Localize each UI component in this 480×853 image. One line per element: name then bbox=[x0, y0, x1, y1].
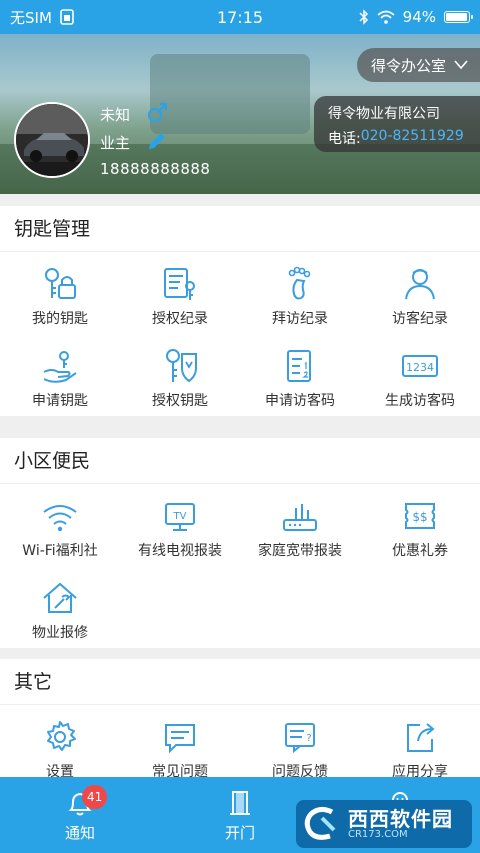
section-title: 其它 bbox=[0, 659, 480, 705]
tab-label: 开门 bbox=[224, 823, 255, 842]
gear-icon bbox=[47, 721, 76, 751]
battery-icon bbox=[444, 11, 473, 23]
faq-button[interactable]: 常见问题 bbox=[120, 705, 240, 787]
settings-button[interactable]: 设置 bbox=[0, 705, 120, 787]
code-list-icon bbox=[287, 350, 311, 382]
code-text: 1234 bbox=[406, 361, 434, 374]
background-building bbox=[150, 54, 310, 134]
sim-icon bbox=[60, 9, 74, 25]
watermark-text: 西西软件园 bbox=[348, 806, 453, 831]
profile-header: 得令办公室 得令物业有限公司 电话: 020-82511929 未知 业主 18… bbox=[0, 34, 480, 194]
community-section: 小区便民 Wi-Fi福利社 TV 有线电视报装 家庭宽带报装 $$ 优惠礼券 物… bbox=[0, 438, 480, 648]
coupon-button[interactable]: $$ 优惠礼券 bbox=[360, 484, 480, 566]
chevron-down-icon bbox=[454, 60, 468, 70]
wifi-icon bbox=[43, 505, 77, 532]
share-icon bbox=[407, 723, 435, 752]
item-label: 拜访纪录 bbox=[272, 311, 328, 327]
my-keys-button[interactable]: 我的钥匙 bbox=[0, 252, 120, 334]
item-label: Wi-Fi福利社 bbox=[22, 543, 98, 559]
tv-text: TV bbox=[173, 511, 187, 522]
user-name: 未知 bbox=[100, 106, 131, 124]
apply-key-button[interactable]: 申请钥匙 bbox=[0, 334, 120, 416]
shield-key-icon bbox=[166, 349, 197, 383]
item-label: 家庭宽带报装 bbox=[258, 543, 342, 559]
tab-notifications[interactable]: 通知 41 bbox=[0, 777, 160, 853]
wifi-status-icon bbox=[377, 10, 395, 24]
user-role: 业主 bbox=[100, 134, 131, 152]
item-label: 有线电视报装 bbox=[138, 543, 222, 559]
company-name: 得令物业有限公司 bbox=[328, 106, 440, 122]
key-management-section: 钥匙管理 我的钥匙 授权纪录 拜访纪录 访客纪录 申请钥匙 授权钥匙 申请访客码… bbox=[0, 206, 480, 416]
edit-pencil-icon[interactable] bbox=[146, 130, 168, 152]
lock-key-icon bbox=[45, 268, 76, 299]
footprint-icon bbox=[288, 266, 311, 300]
auth-record-icon bbox=[164, 268, 195, 300]
auth-record-button[interactable]: 授权纪录 bbox=[120, 252, 240, 334]
visit-record-button[interactable]: 拜访纪录 bbox=[240, 252, 360, 334]
app-screen: 无SIM 17:15 94% 得令办公室 得令物业有限公司 电话: 020-82… bbox=[0, 0, 480, 853]
phone-number[interactable]: 020-82511929 bbox=[361, 128, 464, 148]
item-label: 授权纪录 bbox=[152, 311, 208, 327]
tab-label: 通知 bbox=[64, 823, 95, 842]
apply-visitor-code-button[interactable]: 申请访客码 bbox=[240, 334, 360, 416]
item-label: 申请访客码 bbox=[265, 393, 335, 409]
house-repair-icon bbox=[43, 582, 77, 613]
svg-text:$$: $$ bbox=[412, 510, 427, 524]
visitor-record-button[interactable]: 访客纪录 bbox=[360, 252, 480, 334]
item-label: 优惠礼券 bbox=[392, 543, 448, 559]
status-bar: 无SIM 17:15 94% bbox=[0, 0, 480, 34]
grant-key-button[interactable]: 授权钥匙 bbox=[120, 334, 240, 416]
company-card: 得令物业有限公司 电话: 020-82511929 bbox=[314, 96, 480, 152]
section-title: 小区便民 bbox=[0, 438, 480, 484]
generate-visitor-code-button[interactable]: 1234 生成访客码 bbox=[360, 334, 480, 416]
clock-time: 17:15 bbox=[216, 7, 264, 27]
other-section: 其它 设置 常见问题 ? 问题反馈 应用分享 bbox=[0, 659, 480, 780]
feedback-icon: ? bbox=[285, 723, 315, 754]
battery-percent: 94% bbox=[402, 8, 436, 26]
item-label: 我的钥匙 bbox=[32, 311, 88, 327]
item-label: 访客纪录 bbox=[392, 311, 448, 327]
cable-tv-button[interactable]: TV 有线电视报装 bbox=[120, 484, 240, 566]
office-selector[interactable]: 得令办公室 bbox=[356, 48, 480, 82]
chat-icon bbox=[165, 724, 195, 754]
item-label: 物业报修 bbox=[32, 625, 88, 641]
feedback-button[interactable]: ? 问题反馈 bbox=[240, 705, 360, 787]
visitor-icon bbox=[405, 269, 435, 300]
property-repair-button[interactable]: 物业报修 bbox=[0, 566, 120, 648]
tv-icon: TV bbox=[165, 503, 195, 531]
user-phone: 18888888888 bbox=[100, 160, 211, 178]
share-app-button[interactable]: 应用分享 bbox=[360, 705, 480, 787]
avatar[interactable] bbox=[14, 102, 90, 178]
coupon-icon: $$ bbox=[405, 503, 435, 529]
carrier-text: 无SIM bbox=[10, 8, 52, 27]
bluetooth-icon bbox=[359, 9, 368, 25]
door-icon bbox=[230, 790, 250, 815]
site-watermark: 西西软件园 CR173.COM bbox=[296, 800, 472, 848]
item-label: 授权钥匙 bbox=[152, 393, 208, 409]
watermark-logo-icon bbox=[304, 806, 336, 840]
section-title: 钥匙管理 bbox=[0, 206, 480, 252]
office-label: 得令办公室 bbox=[370, 56, 446, 75]
notification-badge: 41 bbox=[82, 785, 108, 809]
item-label: 申请钥匙 bbox=[32, 393, 88, 409]
broadband-button[interactable]: 家庭宽带报装 bbox=[240, 484, 360, 566]
phone-label: 电话: bbox=[328, 131, 361, 147]
svg-text:?: ? bbox=[306, 733, 311, 744]
item-label: 生成访客码 bbox=[385, 393, 455, 409]
hand-key-icon bbox=[43, 351, 77, 383]
router-icon bbox=[283, 504, 317, 531]
wifi-welfare-button[interactable]: Wi-Fi福利社 bbox=[0, 484, 120, 566]
company-phone[interactable]: 电话: 020-82511929 bbox=[328, 128, 472, 148]
gender-male-icon[interactable] bbox=[146, 101, 170, 125]
1234-icon: 1234 bbox=[402, 355, 438, 377]
